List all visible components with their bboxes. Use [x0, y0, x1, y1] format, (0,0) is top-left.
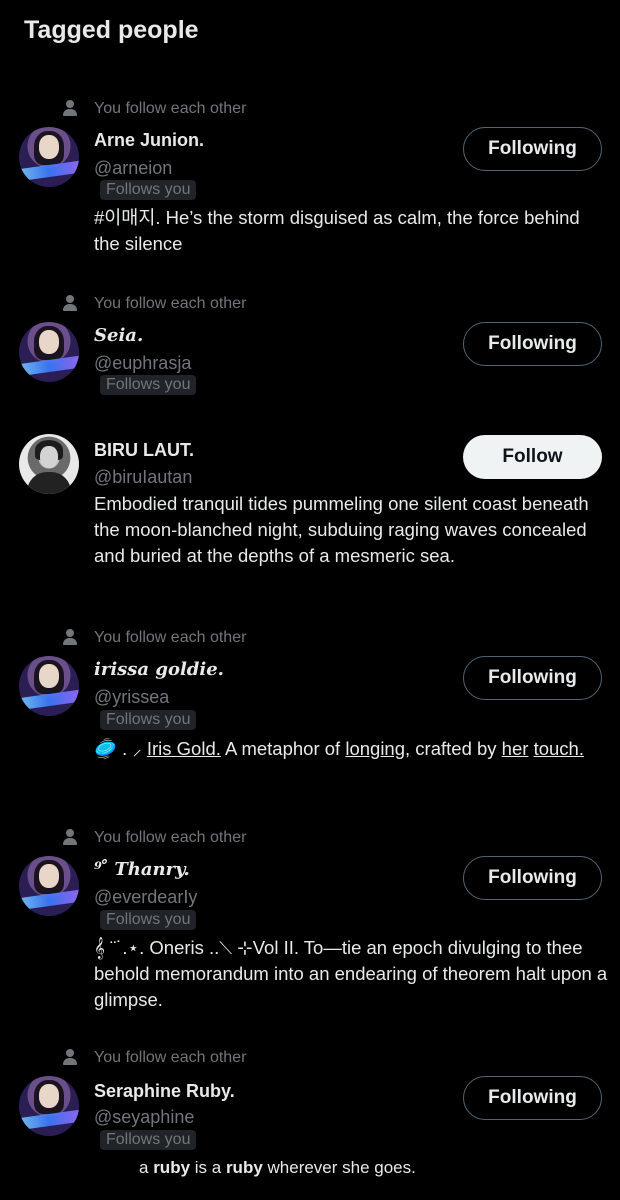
- avatar[interactable]: [19, 656, 79, 716]
- following-button[interactable]: Following: [463, 656, 602, 700]
- avatar[interactable]: [19, 856, 79, 916]
- user-handle[interactable]: @everdearIy: [94, 887, 197, 908]
- user-handle[interactable]: @arneion: [94, 158, 172, 179]
- mutual-follow-context: You follow each other: [60, 99, 246, 119]
- user-bio: Embodied tranquil tides pummeling one si…: [94, 493, 589, 566]
- follow-button[interactable]: Follow: [463, 435, 602, 479]
- user-handle[interactable]: @yrissea: [94, 687, 169, 708]
- display-name[interactable]: ⁹ ̊ Thanry.: [94, 859, 190, 880]
- following-button[interactable]: Following: [463, 1076, 602, 1120]
- person-row[interactable]: You follow each other irissa goldie. @yr…: [0, 628, 620, 798]
- person-row[interactable]: You follow each other Arne Junion. @arne…: [0, 99, 620, 269]
- avatar[interactable]: [19, 1076, 79, 1136]
- person-icon: [60, 1048, 80, 1068]
- user-handle[interactable]: @seyaphine: [94, 1107, 194, 1128]
- user-bio: a ruby is a ruby wherever she goes.: [139, 1158, 416, 1177]
- person-row[interactable]: You follow each other Seia. @euphrasja F…: [0, 294, 620, 404]
- person-icon: [60, 99, 80, 119]
- display-name[interactable]: Arne Junion.: [94, 130, 204, 151]
- page-title: Tagged people: [24, 16, 199, 44]
- user-bio: 🥏 . ⸝ Iris Gold. A metaphor of longing, …: [94, 738, 584, 759]
- avatar[interactable]: [19, 434, 79, 494]
- display-name[interactable]: Seraphine Ruby.: [94, 1081, 235, 1102]
- person-icon: [60, 628, 80, 648]
- person-row[interactable]: You follow each other ⁹ ̊ Thanry. @everd…: [0, 828, 620, 1018]
- user-bio: #이매지. He’s the storm disguised as calm, …: [94, 207, 580, 254]
- follows-you-badge: Follows you: [100, 1130, 197, 1150]
- person-row[interactable]: You follow each other Seraphine Ruby. @s…: [0, 1048, 620, 1200]
- person-icon: [60, 828, 80, 848]
- following-button[interactable]: Following: [463, 322, 602, 366]
- display-name[interactable]: Seia.: [94, 325, 143, 346]
- user-handle[interactable]: @biruIautan: [94, 467, 192, 488]
- user-handle[interactable]: @euphrasja: [94, 353, 191, 374]
- following-button[interactable]: Following: [463, 856, 602, 900]
- mutual-follow-context: You follow each other: [60, 1048, 246, 1068]
- following-button[interactable]: Following: [463, 127, 602, 171]
- mutual-follow-context: You follow each other: [60, 828, 246, 848]
- person-icon: [60, 294, 80, 314]
- mutual-follow-context: You follow each other: [60, 294, 246, 314]
- display-name[interactable]: BIRU LAUT.: [94, 440, 194, 461]
- mutual-follow-context: You follow each other: [60, 628, 246, 648]
- follows-you-badge: Follows you: [100, 180, 197, 200]
- follows-you-badge: Follows you: [100, 910, 197, 930]
- user-bio: 𝄞 ¨˙.⋆. Oneris ..⟍ ⊹Vol II. To—tie an ep…: [94, 937, 608, 1010]
- follows-you-badge: Follows you: [100, 375, 197, 395]
- display-name[interactable]: irissa goldie.: [94, 659, 224, 680]
- follows-you-badge: Follows you: [100, 710, 197, 730]
- avatar[interactable]: [19, 322, 79, 382]
- person-row[interactable]: BIRU LAUT. @biruIautan Follow Embodied t…: [0, 434, 620, 604]
- avatar[interactable]: [19, 127, 79, 187]
